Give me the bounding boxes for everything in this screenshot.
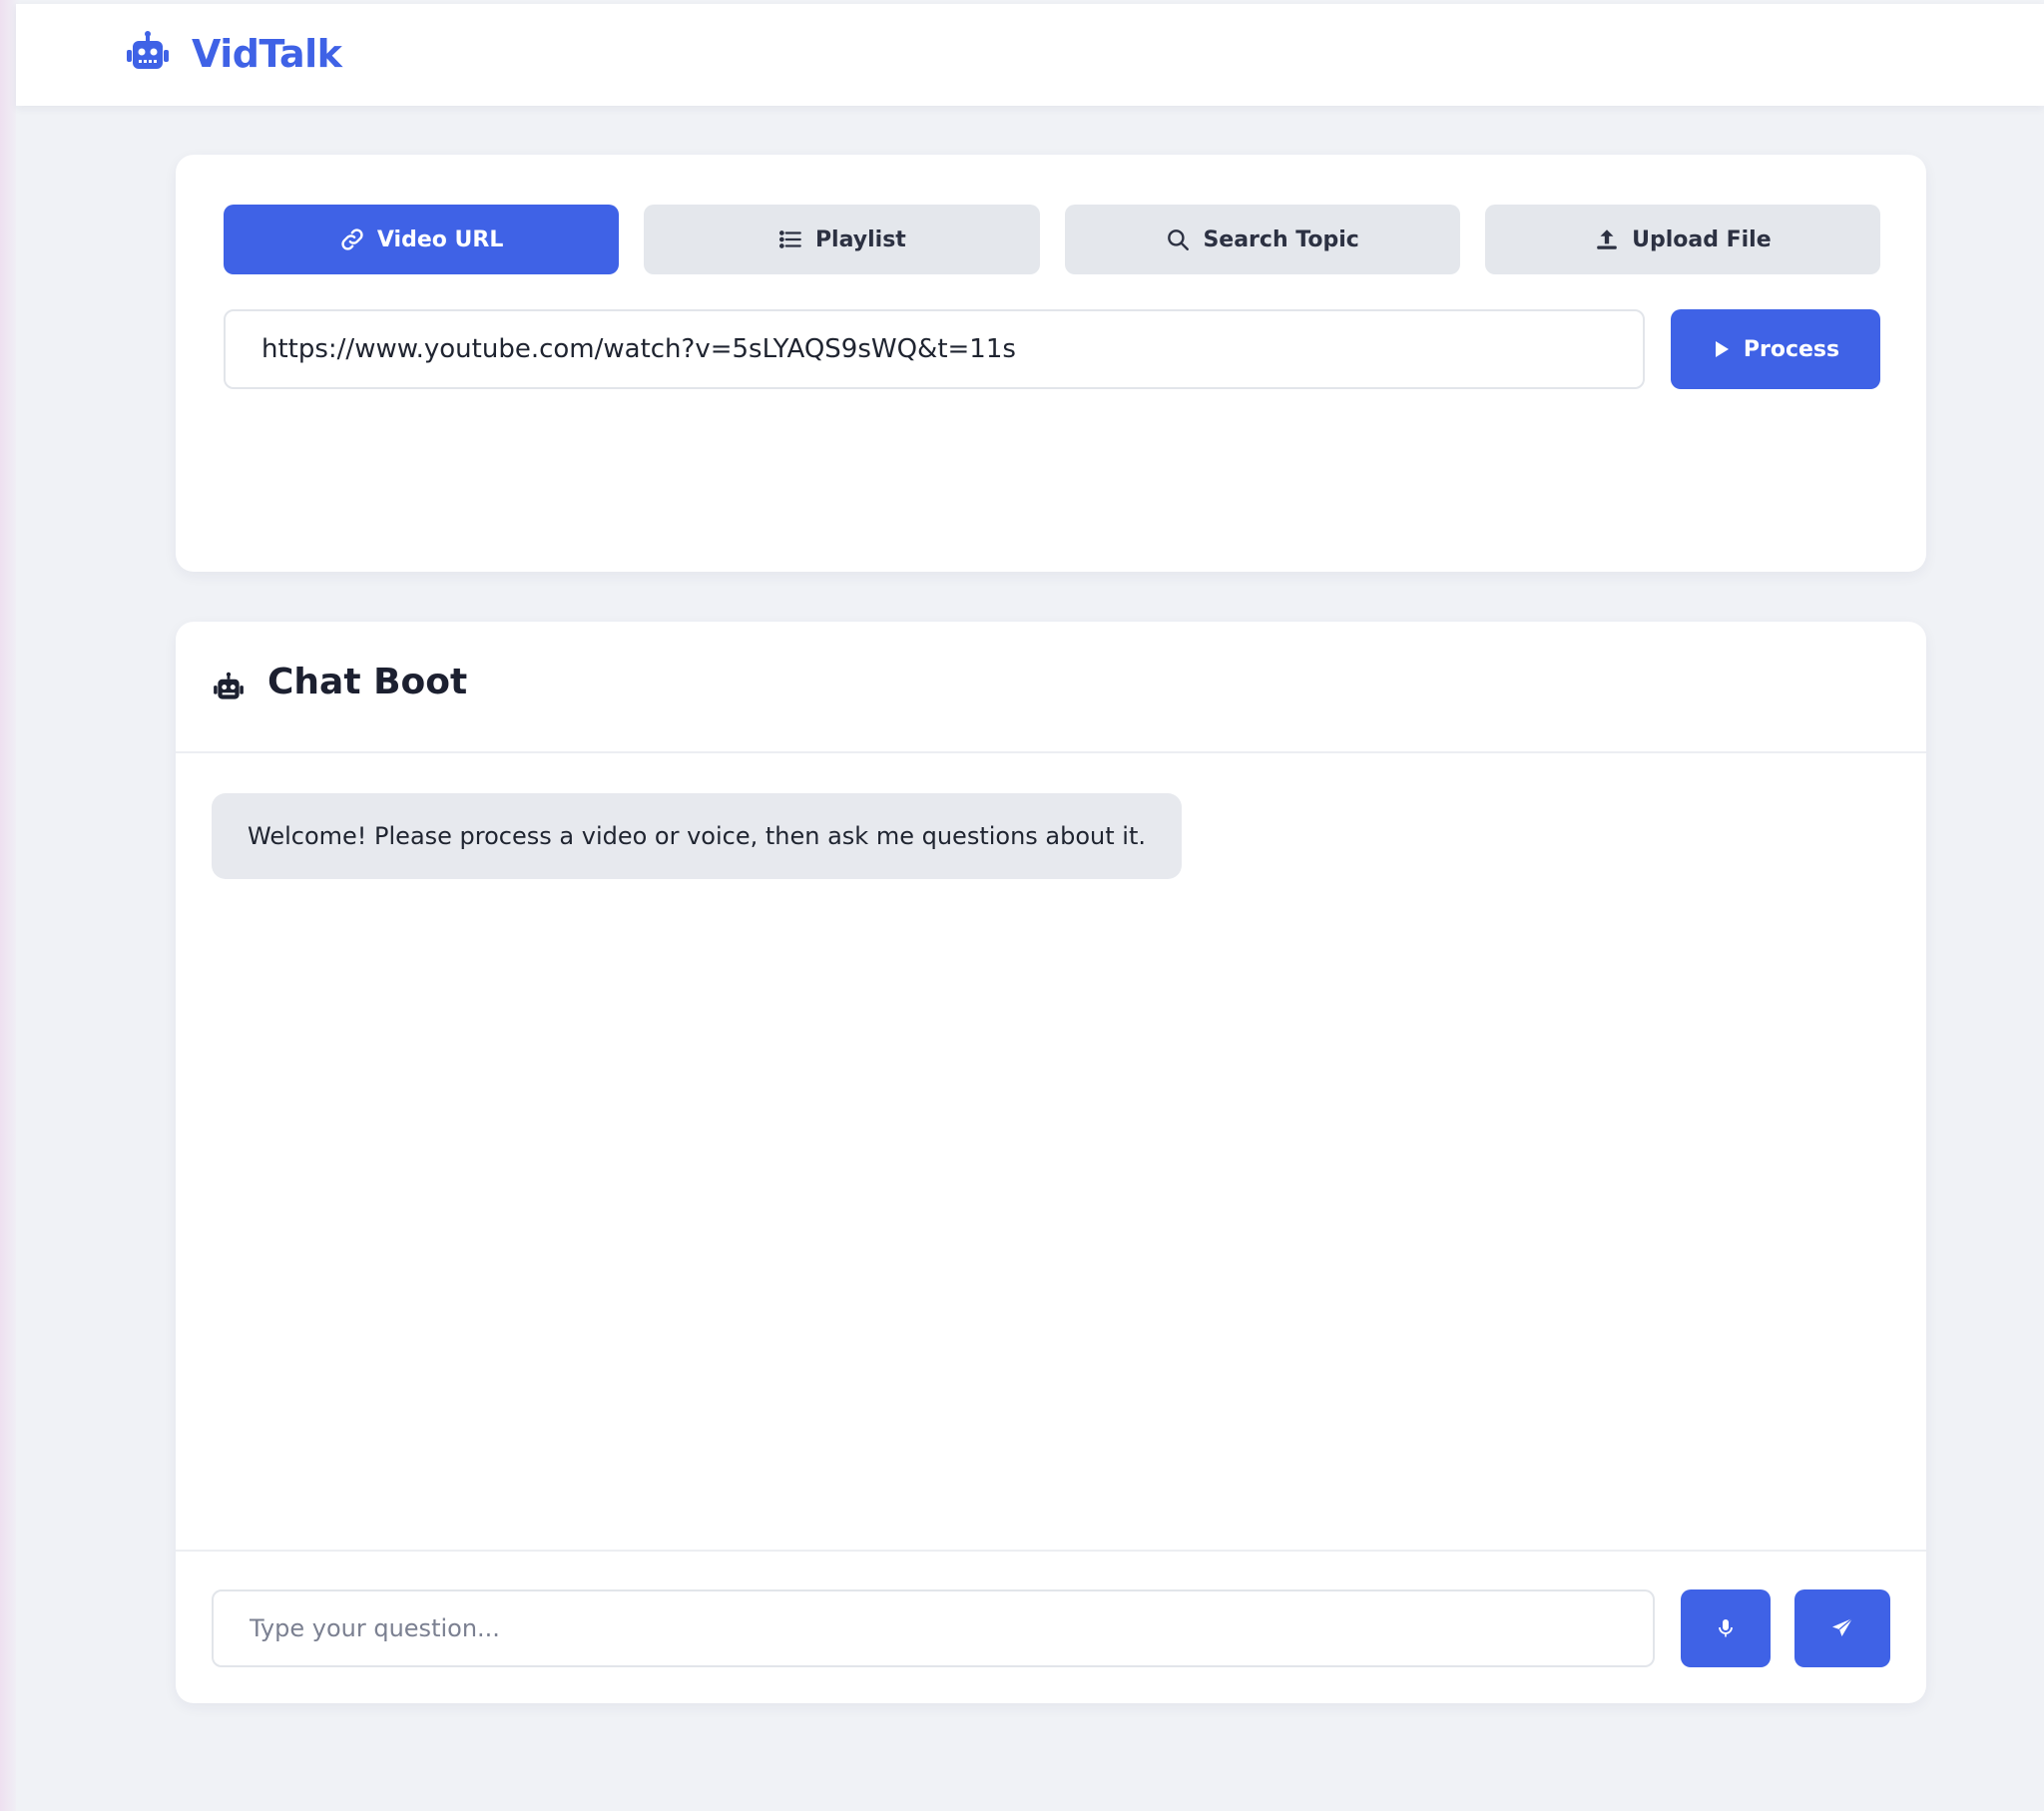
search-icon bbox=[1165, 226, 1191, 252]
tab-upload-file[interactable]: Upload File bbox=[1484, 205, 1880, 274]
chat-messages: Welcome! Please process a video or voice… bbox=[176, 755, 1926, 1568]
process-button[interactable]: Process bbox=[1671, 309, 1880, 389]
source-card: Video URL Playlist Search Topic Upload F… bbox=[176, 155, 1926, 572]
play-icon bbox=[1712, 339, 1732, 359]
brand[interactable]: VidTalk bbox=[124, 30, 342, 78]
list-icon bbox=[777, 226, 803, 252]
brand-name: VidTalk bbox=[192, 32, 342, 76]
tab-label: Search Topic bbox=[1203, 226, 1359, 252]
tab-label: Playlist bbox=[814, 226, 906, 252]
chat-title: Chat Boot bbox=[267, 662, 468, 702]
app-root: VidTalk Video URL Playlist Search Topic … bbox=[16, 4, 2044, 1811]
upload-icon bbox=[1594, 226, 1620, 252]
chat-input-bar bbox=[176, 1550, 1926, 1703]
process-button-label: Process bbox=[1743, 336, 1840, 362]
question-input[interactable] bbox=[212, 1589, 1655, 1667]
chat-header: Chat Boot bbox=[176, 622, 1926, 753]
send-button[interactable] bbox=[1794, 1589, 1890, 1667]
microphone-button[interactable] bbox=[1681, 1589, 1771, 1667]
tab-search-topic[interactable]: Search Topic bbox=[1064, 205, 1460, 274]
tab-label: Video URL bbox=[376, 226, 504, 252]
tab-video-url[interactable]: Video URL bbox=[224, 205, 620, 274]
microphone-icon bbox=[1714, 1616, 1738, 1640]
top-header: VidTalk bbox=[16, 4, 2044, 106]
source-tabs: Video URL Playlist Search Topic Upload F… bbox=[224, 205, 1880, 274]
robot-icon bbox=[124, 30, 172, 78]
bot-message: Welcome! Please process a video or voice… bbox=[212, 793, 1183, 879]
chat-card: Chat Boot Welcome! Please process a vide… bbox=[176, 622, 1926, 1703]
tab-label: Upload File bbox=[1632, 226, 1772, 252]
robot-icon bbox=[212, 672, 246, 705]
link-icon bbox=[339, 226, 365, 252]
send-icon bbox=[1830, 1616, 1854, 1640]
tab-playlist[interactable]: Playlist bbox=[644, 205, 1040, 274]
video-url-input[interactable] bbox=[224, 309, 1645, 389]
